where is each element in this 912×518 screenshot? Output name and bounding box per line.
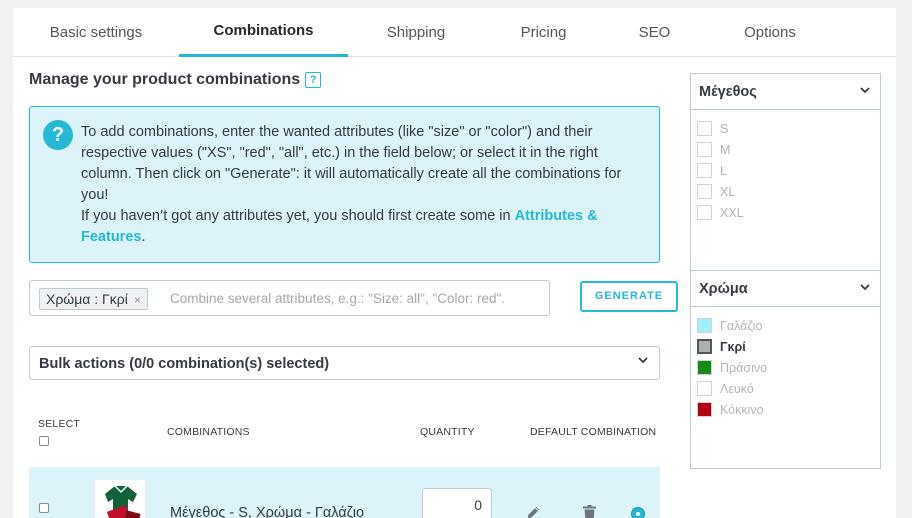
remove-tag-icon[interactable]: × <box>134 293 141 307</box>
size-option-label: L <box>720 164 727 178</box>
tab-seo[interactable]: SEO <box>603 8 706 57</box>
color-attribute-panel: Χρώμα Γαλάζιο Γκρί Πράσινο Λευκό Κόκκινο <box>690 271 881 469</box>
attributes-placeholder: Combine several attributes, e.g.: "Size:… <box>170 291 506 306</box>
color-swatch[interactable] <box>697 402 712 417</box>
pencil-icon[interactable] <box>526 505 541 518</box>
color-panel-header[interactable]: Χρώμα <box>691 271 880 307</box>
color-option-label: Λευκό <box>720 382 754 396</box>
color-swatch[interactable] <box>697 339 712 354</box>
tab-pricing[interactable]: Pricing <box>484 8 603 57</box>
bulk-actions-label: Bulk actions (0/0 combination(s) selecte… <box>39 356 330 372</box>
trash-icon[interactable] <box>583 505 596 518</box>
info-alert: ? To add combinations, enter the wanted … <box>29 106 660 263</box>
header-combinations: COMBINATIONS <box>167 426 250 438</box>
size-option-label: M <box>720 143 731 157</box>
checkbox[interactable] <box>697 163 712 178</box>
color-panel-title: Χρώμα <box>699 281 748 297</box>
color-option-label: Γαλάζιο <box>720 319 763 333</box>
select-all-checkbox[interactable] <box>39 436 49 446</box>
color-swatch[interactable] <box>697 360 712 375</box>
attribute-tag-label: Χρώμα : Γκρί <box>46 291 128 307</box>
help-icon[interactable]: ? <box>305 72 322 88</box>
quantity-input[interactable]: 0 <box>422 488 492 518</box>
size-option-label: XXL <box>720 206 744 220</box>
tab-shipping[interactable]: Shipping <box>348 8 484 57</box>
header-default-combination: DEFAULT COMBINATION <box>530 426 657 438</box>
size-attribute-panel: Μέγεθος S M L XL XXL <box>690 73 881 271</box>
info-text-line1: To add combinations, enter the wanted at… <box>81 124 622 203</box>
chevron-down-icon <box>637 354 649 369</box>
color-option-label: Πράσινο <box>720 361 768 375</box>
row-checkbox[interactable] <box>39 503 49 513</box>
default-combination-radio[interactable] <box>631 507 645 518</box>
tab-combinations[interactable]: Combinations <box>179 8 348 57</box>
info-text-period: . <box>141 229 146 245</box>
page-title: Manage your product combinations? <box>29 71 322 89</box>
size-option-label: XL <box>720 185 736 199</box>
product-thumbnail <box>95 480 145 518</box>
question-circle-icon: ? <box>43 120 73 150</box>
chevron-down-icon <box>859 281 871 296</box>
product-page: Basic settings Combinations Shipping Pri… <box>13 8 896 518</box>
info-text: To add combinations, enter the wanted at… <box>81 122 651 248</box>
checkbox[interactable] <box>697 142 712 157</box>
color-option-label: Γκρί <box>720 340 746 354</box>
header-select: SELECT <box>38 418 81 430</box>
checkbox[interactable] <box>697 121 712 136</box>
combination-name: Μέγεθος - S, Χρώμα - Γαλάζιο <box>170 505 365 518</box>
color-swatch[interactable] <box>697 381 712 396</box>
size-panel-title: Μέγεθος <box>699 84 757 100</box>
generate-button[interactable]: GENERATE <box>580 281 678 312</box>
size-option-label: S <box>720 122 729 136</box>
table-row: Μέγεθος - S, Χρώμα - Γαλάζιο 0 <box>29 467 660 518</box>
checkbox[interactable] <box>697 205 712 220</box>
tab-options[interactable]: Options <box>706 8 834 57</box>
bulk-actions-dropdown[interactable]: Bulk actions (0/0 combination(s) selecte… <box>29 346 660 380</box>
size-panel-header[interactable]: Μέγεθος <box>691 74 880 110</box>
attribute-tag: Χρώμα : Γκρί × <box>39 288 148 310</box>
chevron-down-icon <box>859 84 871 99</box>
page-title-text: Manage your product combinations <box>29 71 301 88</box>
color-option-label: Κόκκινο <box>720 403 764 417</box>
attributes-input[interactable]: Χρώμα : Γκρί × Combine several attributes… <box>29 280 550 316</box>
header-quantity: QUANTITY <box>420 426 475 438</box>
color-swatch[interactable] <box>697 318 712 333</box>
info-text-line2: If you haven’t got any attributes yet, y… <box>81 208 515 224</box>
checkbox[interactable] <box>697 184 712 199</box>
product-tabs: Basic settings Combinations Shipping Pri… <box>13 8 896 57</box>
tab-basic-settings[interactable]: Basic settings <box>13 8 179 57</box>
